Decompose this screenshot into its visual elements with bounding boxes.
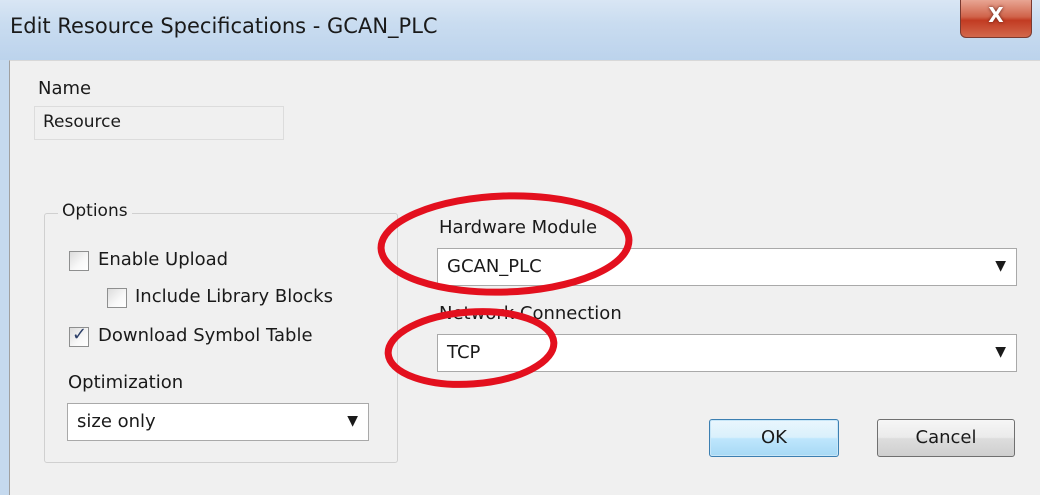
window-title: Edit Resource Specifications - GCAN_PLC xyxy=(10,14,438,38)
chevron-down-icon[interactable]: ▼ xyxy=(347,413,358,429)
enable-upload-label[interactable]: Enable Upload xyxy=(98,249,228,270)
name-field[interactable]: Resource xyxy=(34,106,284,140)
optimization-label: Optimization xyxy=(68,372,184,393)
download-symbol-table-checkbox[interactable]: ✓ xyxy=(69,324,89,347)
title-bar[interactable]: Edit Resource Specifications - GCAN_PLC … xyxy=(0,0,1040,60)
chevron-down-icon[interactable]: ▼ xyxy=(995,258,1006,274)
dialog-window: Edit Resource Specifications - GCAN_PLC … xyxy=(0,0,1040,495)
cancel-button[interactable]: Cancel xyxy=(877,419,1015,457)
hardware-module-label: Hardware Module xyxy=(439,217,598,238)
options-label: Options xyxy=(58,201,132,221)
name-label: Name xyxy=(38,78,92,99)
ok-button[interactable]: OK xyxy=(709,419,839,457)
close-icon: X xyxy=(988,3,1004,27)
enable-upload-checkbox[interactable]: ✓ xyxy=(69,251,89,271)
network-connection-label: Network Connection xyxy=(439,303,622,324)
close-button[interactable]: X xyxy=(960,0,1032,38)
download-symbol-table-label[interactable]: Download Symbol Table xyxy=(98,325,313,346)
optimization-value: size only xyxy=(77,411,156,432)
optimization-select[interactable]: size only ▼ xyxy=(67,403,369,441)
chevron-down-icon[interactable]: ▼ xyxy=(995,344,1006,360)
dialog-body: Name Resource Options ✓ Enable Upload ✓ … xyxy=(9,60,1040,495)
include-library-blocks-checkbox[interactable]: ✓ xyxy=(107,288,127,308)
hardware-module-value: GCAN_PLC xyxy=(447,256,542,277)
network-connection-value: TCP xyxy=(447,342,481,363)
network-connection-select[interactable]: TCP ▼ xyxy=(437,334,1017,372)
checkmark-icon: ✓ xyxy=(72,324,88,345)
include-library-blocks-label[interactable]: Include Library Blocks xyxy=(135,286,333,307)
hardware-module-select[interactable]: GCAN_PLC ▼ xyxy=(437,248,1017,286)
